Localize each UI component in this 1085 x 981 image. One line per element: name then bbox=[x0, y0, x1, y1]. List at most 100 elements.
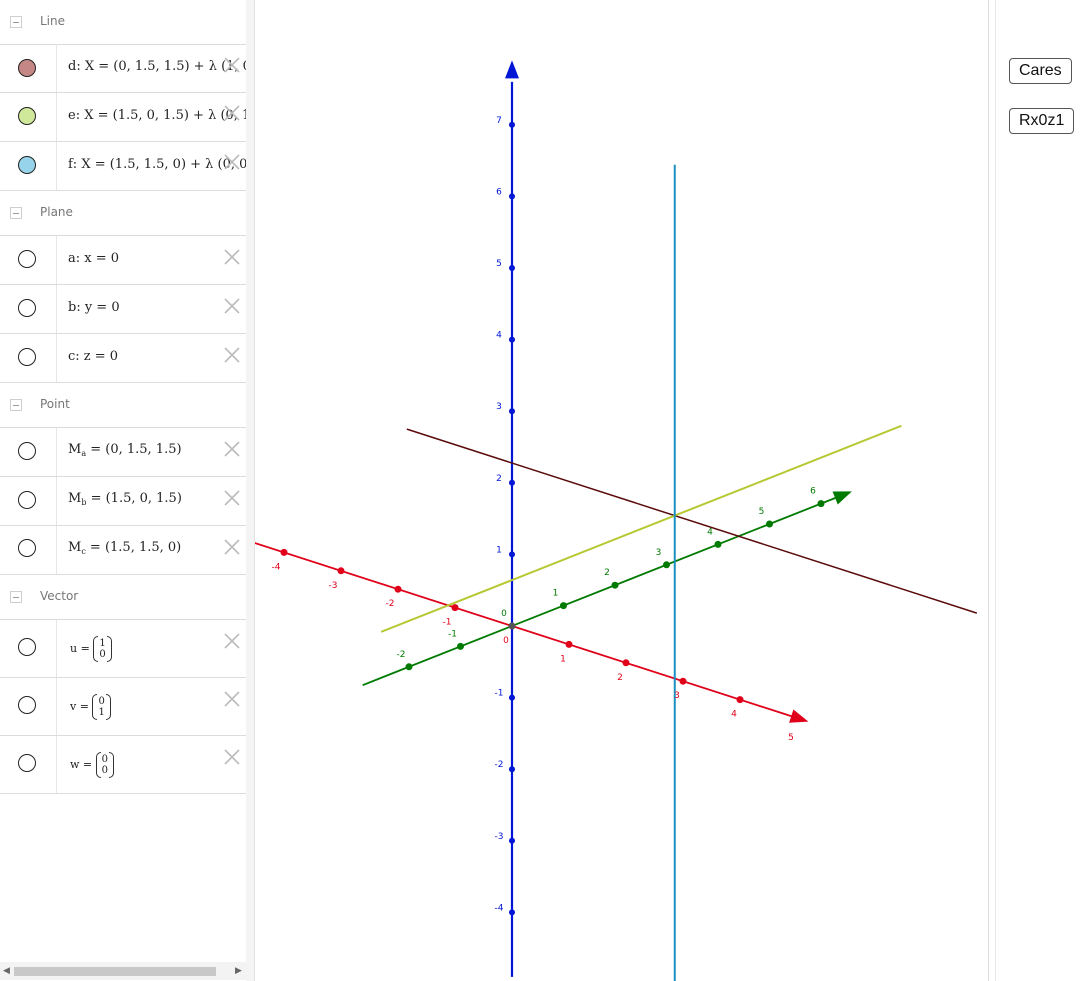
z-tick bbox=[509, 694, 515, 701]
definition-mb[interactable]: Mb = (1.5, 0, 1.5) bbox=[68, 491, 182, 507]
cares-button[interactable]: Cares bbox=[1009, 58, 1072, 84]
x-tick bbox=[622, 659, 630, 667]
scroll-left-icon[interactable]: ◀ bbox=[3, 966, 10, 976]
delete-icon[interactable] bbox=[223, 153, 241, 171]
visibility-toggle-d[interactable] bbox=[18, 59, 36, 77]
collapse-icon[interactable] bbox=[10, 16, 22, 28]
group-header-line[interactable]: Line bbox=[0, 0, 246, 45]
delete-icon[interactable] bbox=[223, 248, 241, 266]
vector-component: 1 bbox=[98, 707, 105, 718]
rx0z1-button[interactable]: Rx0z1 bbox=[1009, 108, 1075, 134]
algebra-row-vector-u[interactable]: u = 10 bbox=[0, 620, 246, 678]
z-tick-label: 1 bbox=[496, 545, 502, 555]
visibility-toggle-f[interactable] bbox=[18, 156, 36, 174]
vector-component: 1 bbox=[99, 638, 106, 649]
group-title-plane: Plane bbox=[40, 205, 73, 219]
delete-icon[interactable] bbox=[223, 297, 241, 315]
y-axis bbox=[362, 496, 837, 686]
delete-icon[interactable] bbox=[223, 632, 241, 650]
x-tick-label: 0 bbox=[503, 636, 509, 646]
definition-mc[interactable]: Mc = (1.5, 1.5, 0) bbox=[68, 540, 181, 556]
definition-c[interactable]: c: z = 0 bbox=[68, 349, 118, 364]
collapse-icon[interactable] bbox=[10, 399, 22, 411]
algebra-row-line-d[interactable]: d: X = (0, 1.5, 1.5) + λ (1, 0, bbox=[0, 44, 246, 93]
visibility-toggle-ma[interactable] bbox=[18, 442, 36, 460]
algebra-row-plane-c[interactable]: c: z = 0 bbox=[0, 334, 246, 383]
algebra-row-point-ma[interactable]: Ma = (0, 1.5, 1.5) bbox=[0, 428, 246, 477]
vector-component: 0 bbox=[101, 765, 109, 776]
delete-icon[interactable] bbox=[223, 104, 241, 122]
point-coords: = (1.5, 1.5, 0) bbox=[85, 540, 182, 555]
delete-icon[interactable] bbox=[223, 56, 241, 74]
delete-icon[interactable] bbox=[223, 690, 241, 708]
visibility-toggle-e[interactable] bbox=[18, 107, 36, 125]
y-tick-label: -1 bbox=[448, 629, 457, 639]
view-splitter[interactable] bbox=[246, 0, 255, 981]
scroll-right-icon[interactable]: ▶ bbox=[235, 966, 242, 976]
definition-v[interactable]: v = 01 bbox=[70, 694, 112, 720]
z-tick bbox=[509, 408, 515, 415]
definition-d[interactable]: d: X = (0, 1.5, 1.5) + λ (1, 0, bbox=[68, 59, 246, 74]
x-tick-label: -2 bbox=[386, 599, 395, 609]
z-tick bbox=[509, 766, 515, 773]
algebra-row-point-mb[interactable]: Mb = (1.5, 0, 1.5) bbox=[0, 477, 246, 526]
delete-icon[interactable] bbox=[223, 440, 241, 458]
algebra-row-plane-a[interactable]: a: x = 0 bbox=[0, 236, 246, 285]
vector-component: 0 bbox=[101, 754, 109, 765]
visibility-toggle-a[interactable] bbox=[18, 250, 36, 268]
z-tick bbox=[509, 265, 515, 271]
column-vector: 00 bbox=[95, 752, 115, 778]
delete-icon[interactable] bbox=[223, 489, 241, 507]
horizontal-scrollbar[interactable]: ◀ ▶ bbox=[0, 962, 246, 980]
definition-b[interactable]: b: y = 0 bbox=[68, 300, 120, 315]
visibility-toggle-mc[interactable] bbox=[18, 539, 36, 557]
definition-u[interactable]: u = 10 bbox=[70, 636, 113, 662]
definition-w[interactable]: w = 00 bbox=[70, 752, 115, 778]
point-name: M bbox=[68, 540, 82, 555]
group-header-plane[interactable]: Plane bbox=[0, 191, 246, 236]
group-header-point[interactable]: Point bbox=[0, 383, 246, 428]
x-tick-label: -3 bbox=[329, 581, 338, 591]
definition-ma[interactable]: Ma = (0, 1.5, 1.5) bbox=[68, 442, 182, 458]
algebra-row-plane-b[interactable]: b: y = 0 bbox=[0, 285, 246, 334]
definition-f[interactable]: f: X = (1.5, 1.5, 0) + λ (0, 0, bbox=[68, 157, 246, 172]
collapse-icon[interactable] bbox=[10, 591, 22, 603]
point-name: M bbox=[68, 491, 82, 506]
algebra-view: Line d: X = (0, 1.5, 1.5) + λ (1, 0, e: … bbox=[0, 0, 247, 981]
visibility-toggle-mb[interactable] bbox=[18, 491, 36, 509]
y-axis-arrow bbox=[832, 491, 852, 505]
graphics-3d-canvas[interactable]: -4 -3 -2 -1 1 2 3 4 5 6 7 -4 -3 -2 -1 0 1 2 3 4 5 -2 -1 0 1 2 3 4 5 6 bbox=[255, 0, 988, 981]
delete-icon[interactable] bbox=[223, 346, 241, 364]
visibility-toggle-v[interactable] bbox=[18, 696, 36, 714]
y-tick bbox=[405, 663, 413, 671]
vector-label: w = bbox=[70, 758, 93, 771]
z-tick-label: -3 bbox=[495, 832, 504, 842]
group-header-vector[interactable]: Vector bbox=[0, 575, 246, 620]
y-tick-label: 6 bbox=[810, 487, 816, 497]
algebra-row-line-f[interactable]: f: X = (1.5, 1.5, 0) + λ (0, 0, bbox=[0, 142, 246, 191]
scrollbar-thumb[interactable] bbox=[14, 967, 216, 976]
definition-e[interactable]: e: X = (1.5, 0, 1.5) + λ (0, 1, bbox=[68, 108, 246, 123]
y-tick bbox=[611, 581, 619, 589]
z-tick-label: 3 bbox=[496, 402, 502, 412]
graphics-3d-view[interactable]: -4 -3 -2 -1 1 2 3 4 5 6 7 -4 -3 -2 -1 0 1 2 3 4 5 -2 -1 0 1 2 3 4 5 6 bbox=[255, 0, 988, 981]
collapse-icon[interactable] bbox=[10, 207, 22, 219]
x-tick-label: 2 bbox=[617, 673, 623, 683]
delete-icon[interactable] bbox=[223, 748, 241, 766]
point-name: M bbox=[68, 442, 82, 457]
definition-a[interactable]: a: x = 0 bbox=[68, 251, 119, 266]
visibility-toggle-w[interactable] bbox=[18, 754, 36, 772]
algebra-row-line-e[interactable]: e: X = (1.5, 0, 1.5) + λ (0, 1, bbox=[0, 93, 246, 142]
delete-icon[interactable] bbox=[223, 538, 241, 556]
x-tick bbox=[337, 567, 345, 575]
visibility-toggle-u[interactable] bbox=[18, 638, 36, 656]
algebra-row-vector-v[interactable]: v = 01 bbox=[0, 678, 246, 736]
y-tick bbox=[817, 500, 825, 508]
algebra-row-point-mc[interactable]: Mc = (1.5, 1.5, 0) bbox=[0, 526, 246, 575]
y-tick-label: 2 bbox=[604, 568, 610, 578]
visibility-toggle-c[interactable] bbox=[18, 348, 36, 366]
visibility-toggle-b[interactable] bbox=[18, 299, 36, 317]
x-tick bbox=[451, 604, 459, 612]
algebra-row-vector-w[interactable]: w = 00 bbox=[0, 736, 246, 794]
vector-component: 0 bbox=[98, 696, 105, 707]
